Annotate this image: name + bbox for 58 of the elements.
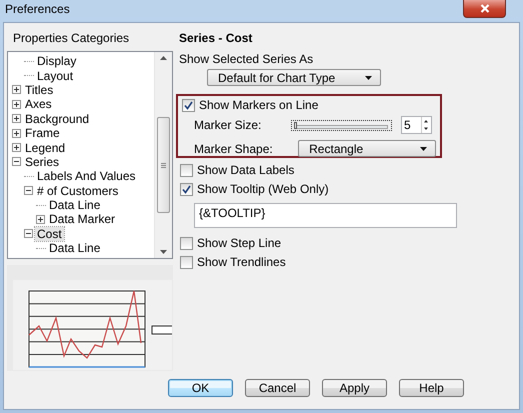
caret-icon: [365, 76, 372, 80]
spin-box[interactable]: 5: [401, 116, 432, 134]
checkbox-label: Show Tooltip (Web Only): [197, 182, 329, 196]
scrollbar[interactable]: [154, 52, 172, 258]
checkbox-label: Show Trendlines: [197, 255, 286, 269]
expand-icon[interactable]: [12, 143, 21, 152]
dropdown[interactable]: Default for Chart Type: [207, 69, 381, 86]
caret-icon: [420, 146, 427, 150]
slider-thumb[interactable]: [294, 122, 297, 128]
dialog-button[interactable]: Help: [399, 379, 464, 397]
panel-label: Properties Categories: [12, 31, 130, 45]
checkbox-label: Show Data Labels: [197, 163, 294, 177]
scroll-thumb[interactable]: [157, 117, 170, 213]
scroll-up-icon[interactable]: [160, 56, 167, 60]
checkbox[interactable]: [180, 164, 193, 176]
tree-item[interactable]: Labels And Values: [35, 169, 138, 184]
tree-item[interactable]: Data Line: [47, 241, 102, 256]
grip-icon: [161, 162, 166, 168]
tree-item[interactable]: Series: [23, 154, 62, 169]
tree-item[interactable]: Data Line: [47, 198, 102, 212]
expand-icon[interactable]: [36, 214, 45, 224]
collapse-icon[interactable]: [24, 229, 33, 238]
tree-item[interactable]: # of Customers: [35, 184, 120, 198]
window-title: Preferences: [5, 2, 70, 16]
dialog-button[interactable]: OK: [168, 379, 233, 397]
expand-icon[interactable]: [12, 85, 21, 94]
tree-item[interactable]: Cost: [35, 226, 64, 241]
dropdown[interactable]: Rectangle: [298, 140, 436, 157]
tree-item[interactable]: Axes: [23, 97, 54, 112]
field-label: Marker Shape:: [194, 142, 274, 156]
expand-icon[interactable]: [12, 114, 21, 124]
slider[interactable]: [291, 120, 392, 130]
field-label: Marker Size:: [194, 118, 262, 132]
dialog-button[interactable]: Apply: [322, 379, 387, 397]
tree-item[interactable]: Titles: [23, 82, 56, 97]
expand-icon[interactable]: [12, 128, 21, 138]
checkbox[interactable]: [180, 236, 193, 250]
tree-item[interactable]: Frame: [23, 126, 62, 140]
checkbox[interactable]: [180, 256, 193, 268]
scroll-down-icon[interactable]: [160, 250, 167, 254]
checkbox[interactable]: [180, 182, 193, 196]
tree-item[interactable]: Display: [35, 54, 78, 68]
close-icon: [480, 4, 490, 13]
tree-item[interactable]: Background: [23, 112, 92, 126]
close-button[interactable]: [463, 0, 506, 18]
tree-item[interactable]: Data Marker: [47, 212, 118, 226]
section-heading: Series - Cost: [179, 31, 254, 45]
field-label: Show Selected Series As: [179, 52, 314, 66]
expand-icon[interactable]: [12, 100, 21, 109]
collapse-icon[interactable]: [24, 186, 33, 196]
dialog-button[interactable]: Cancel: [245, 379, 310, 397]
collapse-icon[interactable]: [12, 157, 21, 166]
tree-item[interactable]: Layout: [35, 68, 76, 83]
checkbox[interactable]: [182, 98, 195, 112]
input-field[interactable]: {&TOOLTIP}: [194, 203, 457, 228]
checkbox-label: Show Step Line: [197, 236, 282, 250]
tree-item[interactable]: Legend: [23, 140, 68, 155]
checkbox-label: Show Markers on Line: [199, 98, 318, 112]
